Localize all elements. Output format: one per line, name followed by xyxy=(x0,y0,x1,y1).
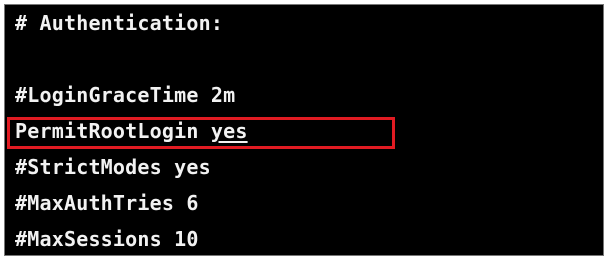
login-grace-time-line: #LoginGraceTime 2m xyxy=(15,83,236,107)
strict-modes-line: #StrictModes yes xyxy=(15,155,211,179)
terminal-window: # Authentication: #LoginGraceTime 2m Per… xyxy=(4,4,604,256)
authentication-header: # Authentication: xyxy=(15,11,224,35)
permit-root-login-value: yes xyxy=(210,119,248,143)
permit-root-login-key: PermitRootLogin xyxy=(15,119,211,143)
max-auth-tries-line: #MaxAuthTries 6 xyxy=(15,191,199,215)
max-sessions-line: #MaxSessions 10 xyxy=(15,227,199,251)
permit-root-login-line: PermitRootLogin yes xyxy=(15,113,248,149)
